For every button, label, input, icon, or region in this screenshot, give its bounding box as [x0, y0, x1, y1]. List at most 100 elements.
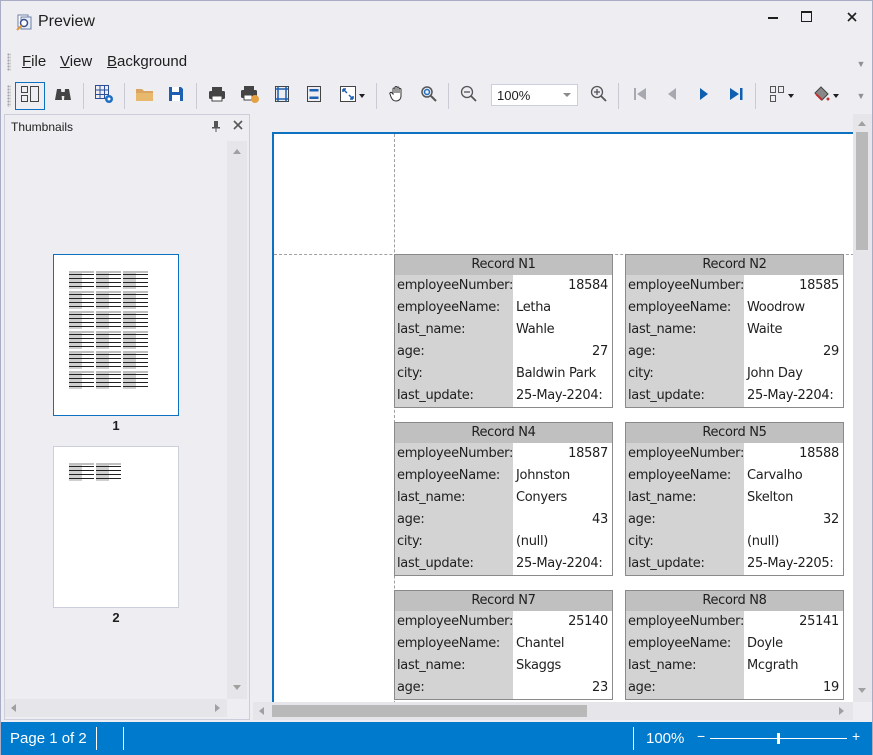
field-value: 19 [823, 680, 839, 695]
thumbnails-toggle-button[interactable] [15, 82, 45, 110]
open-button[interactable] [130, 82, 160, 110]
zoom-combobox[interactable]: 100% [491, 84, 578, 106]
scroll-up-arrow-icon[interactable] [858, 121, 866, 126]
panel-close-icon[interactable] [233, 118, 245, 132]
preview-horizontal-scrollbar[interactable] [253, 702, 853, 720]
document-preview-area[interactable]: Record N1 employeeNumber: 18584 employeeNam… [253, 114, 853, 702]
menu-grip-handle[interactable] [7, 53, 11, 71]
hand-tool-button[interactable] [382, 82, 412, 110]
thumbnail-page-2-content [69, 463, 148, 481]
menu-view-mnemonic: V [60, 53, 70, 70]
record-field-row: employeeName: Letha [395, 297, 612, 319]
record-card: Record N2 employeeNumber: 18585 employeeNam… [625, 254, 844, 408]
field-value: 25-May-2205: [747, 556, 834, 571]
scale-button[interactable] [334, 82, 370, 110]
header-footer-button[interactable] [299, 82, 329, 110]
field-value: 18588 [799, 446, 839, 461]
scroll-left-arrow-icon[interactable] [11, 704, 16, 712]
first-page-button[interactable] [625, 82, 655, 110]
print-button[interactable] [202, 82, 232, 110]
menu-background[interactable]: Background [107, 53, 187, 70]
scroll-down-arrow-icon[interactable] [233, 685, 241, 690]
page-color-button[interactable] [807, 82, 843, 110]
field-value: 18584 [568, 278, 608, 293]
field-label: city: [626, 531, 744, 553]
field-label: age: [395, 509, 513, 531]
scroll-right-arrow-icon[interactable] [215, 704, 220, 712]
previous-page-button[interactable] [657, 82, 687, 110]
zoom-out-button[interactable] [454, 82, 484, 110]
maximize-button[interactable] [791, 7, 821, 29]
thumbnail-record-mini [123, 371, 148, 389]
record-field-row: employeeNumber: 25140 [395, 611, 612, 633]
parameters-button[interactable] [89, 82, 119, 110]
horizontal-scroll-thumb[interactable] [272, 705, 587, 717]
close-icon [847, 9, 857, 27]
magnifier-button[interactable] [414, 82, 444, 110]
field-label: employeeNumber: [395, 443, 513, 465]
menu-overflow-icon[interactable]: ▼ [856, 59, 866, 69]
binoculars-icon [53, 86, 73, 107]
pin-icon[interactable] [211, 119, 223, 133]
last-page-icon [729, 87, 743, 106]
zoom-slider-plus-button[interactable]: + [852, 728, 860, 744]
zoom-slider-handle[interactable] [777, 733, 780, 744]
maximize-icon [800, 9, 812, 27]
record-card: Record N7 employeeNumber: 25140 employeeNam… [394, 590, 613, 700]
thumbnail-record-mini [96, 311, 121, 329]
toolbar-separator [376, 83, 377, 109]
scroll-down-arrow-icon[interactable] [858, 688, 866, 693]
field-value: Waite [747, 322, 783, 337]
menu-bar: File View Background ▼ [1, 51, 872, 75]
minimize-button[interactable] [758, 7, 788, 29]
record-field-row: age: 23 [395, 677, 612, 699]
page-setup-button[interactable] [267, 82, 297, 110]
field-value: Carvalho [747, 468, 803, 483]
menu-background-mnemonic: B [107, 53, 118, 70]
status-separator [96, 727, 97, 750]
field-value: (null) [516, 534, 549, 549]
save-button[interactable] [161, 82, 191, 110]
field-label: employeeName: [626, 633, 744, 655]
multiple-pages-button[interactable] [763, 82, 799, 110]
thumbnail-record-mini [123, 351, 148, 369]
header-footer-icon [306, 85, 322, 108]
menu-file-rest: ile [31, 53, 47, 70]
multiple-pages-icon [769, 85, 785, 108]
toolbar [1, 79, 841, 113]
menu-file[interactable]: File [22, 53, 46, 70]
vertical-scroll-thumb[interactable] [856, 132, 868, 250]
quick-print-button[interactable] [235, 82, 265, 110]
record-card-title: Record N5 [626, 423, 843, 443]
field-label: employeeNumber: [395, 275, 513, 297]
thumbnail-page-1[interactable] [53, 254, 179, 416]
field-label: employeeNumber: [626, 611, 744, 633]
thumbnails-horizontal-scrollbar[interactable] [5, 699, 227, 717]
menu-view[interactable]: View [60, 53, 92, 70]
record-field-row: last_name: Conyers [395, 487, 612, 509]
field-label: last_update: [395, 385, 513, 407]
record-field-row: city: John Day [626, 363, 843, 385]
next-page-button[interactable] [689, 82, 719, 110]
toolbar-separator [618, 83, 619, 109]
thumbnails-vertical-scrollbar[interactable] [227, 141, 247, 699]
zoom-slider-minus-button[interactable]: − [697, 728, 705, 744]
scroll-right-arrow-icon[interactable] [839, 707, 844, 715]
scroll-left-arrow-icon[interactable] [259, 707, 264, 715]
record-field-row: employeeName: Doyle [626, 633, 843, 655]
preview-vertical-scrollbar[interactable] [853, 114, 872, 702]
thumbnail-record-mini [123, 311, 148, 329]
field-label: employeeName: [395, 297, 513, 319]
close-button[interactable] [837, 7, 867, 29]
toolbar-overflow-icon[interactable]: ▼ [856, 91, 866, 101]
thumbnails-panel: Thumbnails 1 2 [4, 114, 250, 720]
toolbar-grip-handle[interactable] [7, 85, 11, 107]
record-field-row: employeeNumber: 18588 [626, 443, 843, 465]
field-value: (null) [747, 534, 780, 549]
scroll-up-arrow-icon[interactable] [233, 149, 241, 154]
toolbar-separator [448, 83, 449, 109]
zoom-in-button[interactable] [584, 82, 614, 110]
find-button[interactable] [48, 82, 78, 110]
thumbnail-page-2[interactable] [53, 446, 179, 608]
last-page-button[interactable] [721, 82, 751, 110]
